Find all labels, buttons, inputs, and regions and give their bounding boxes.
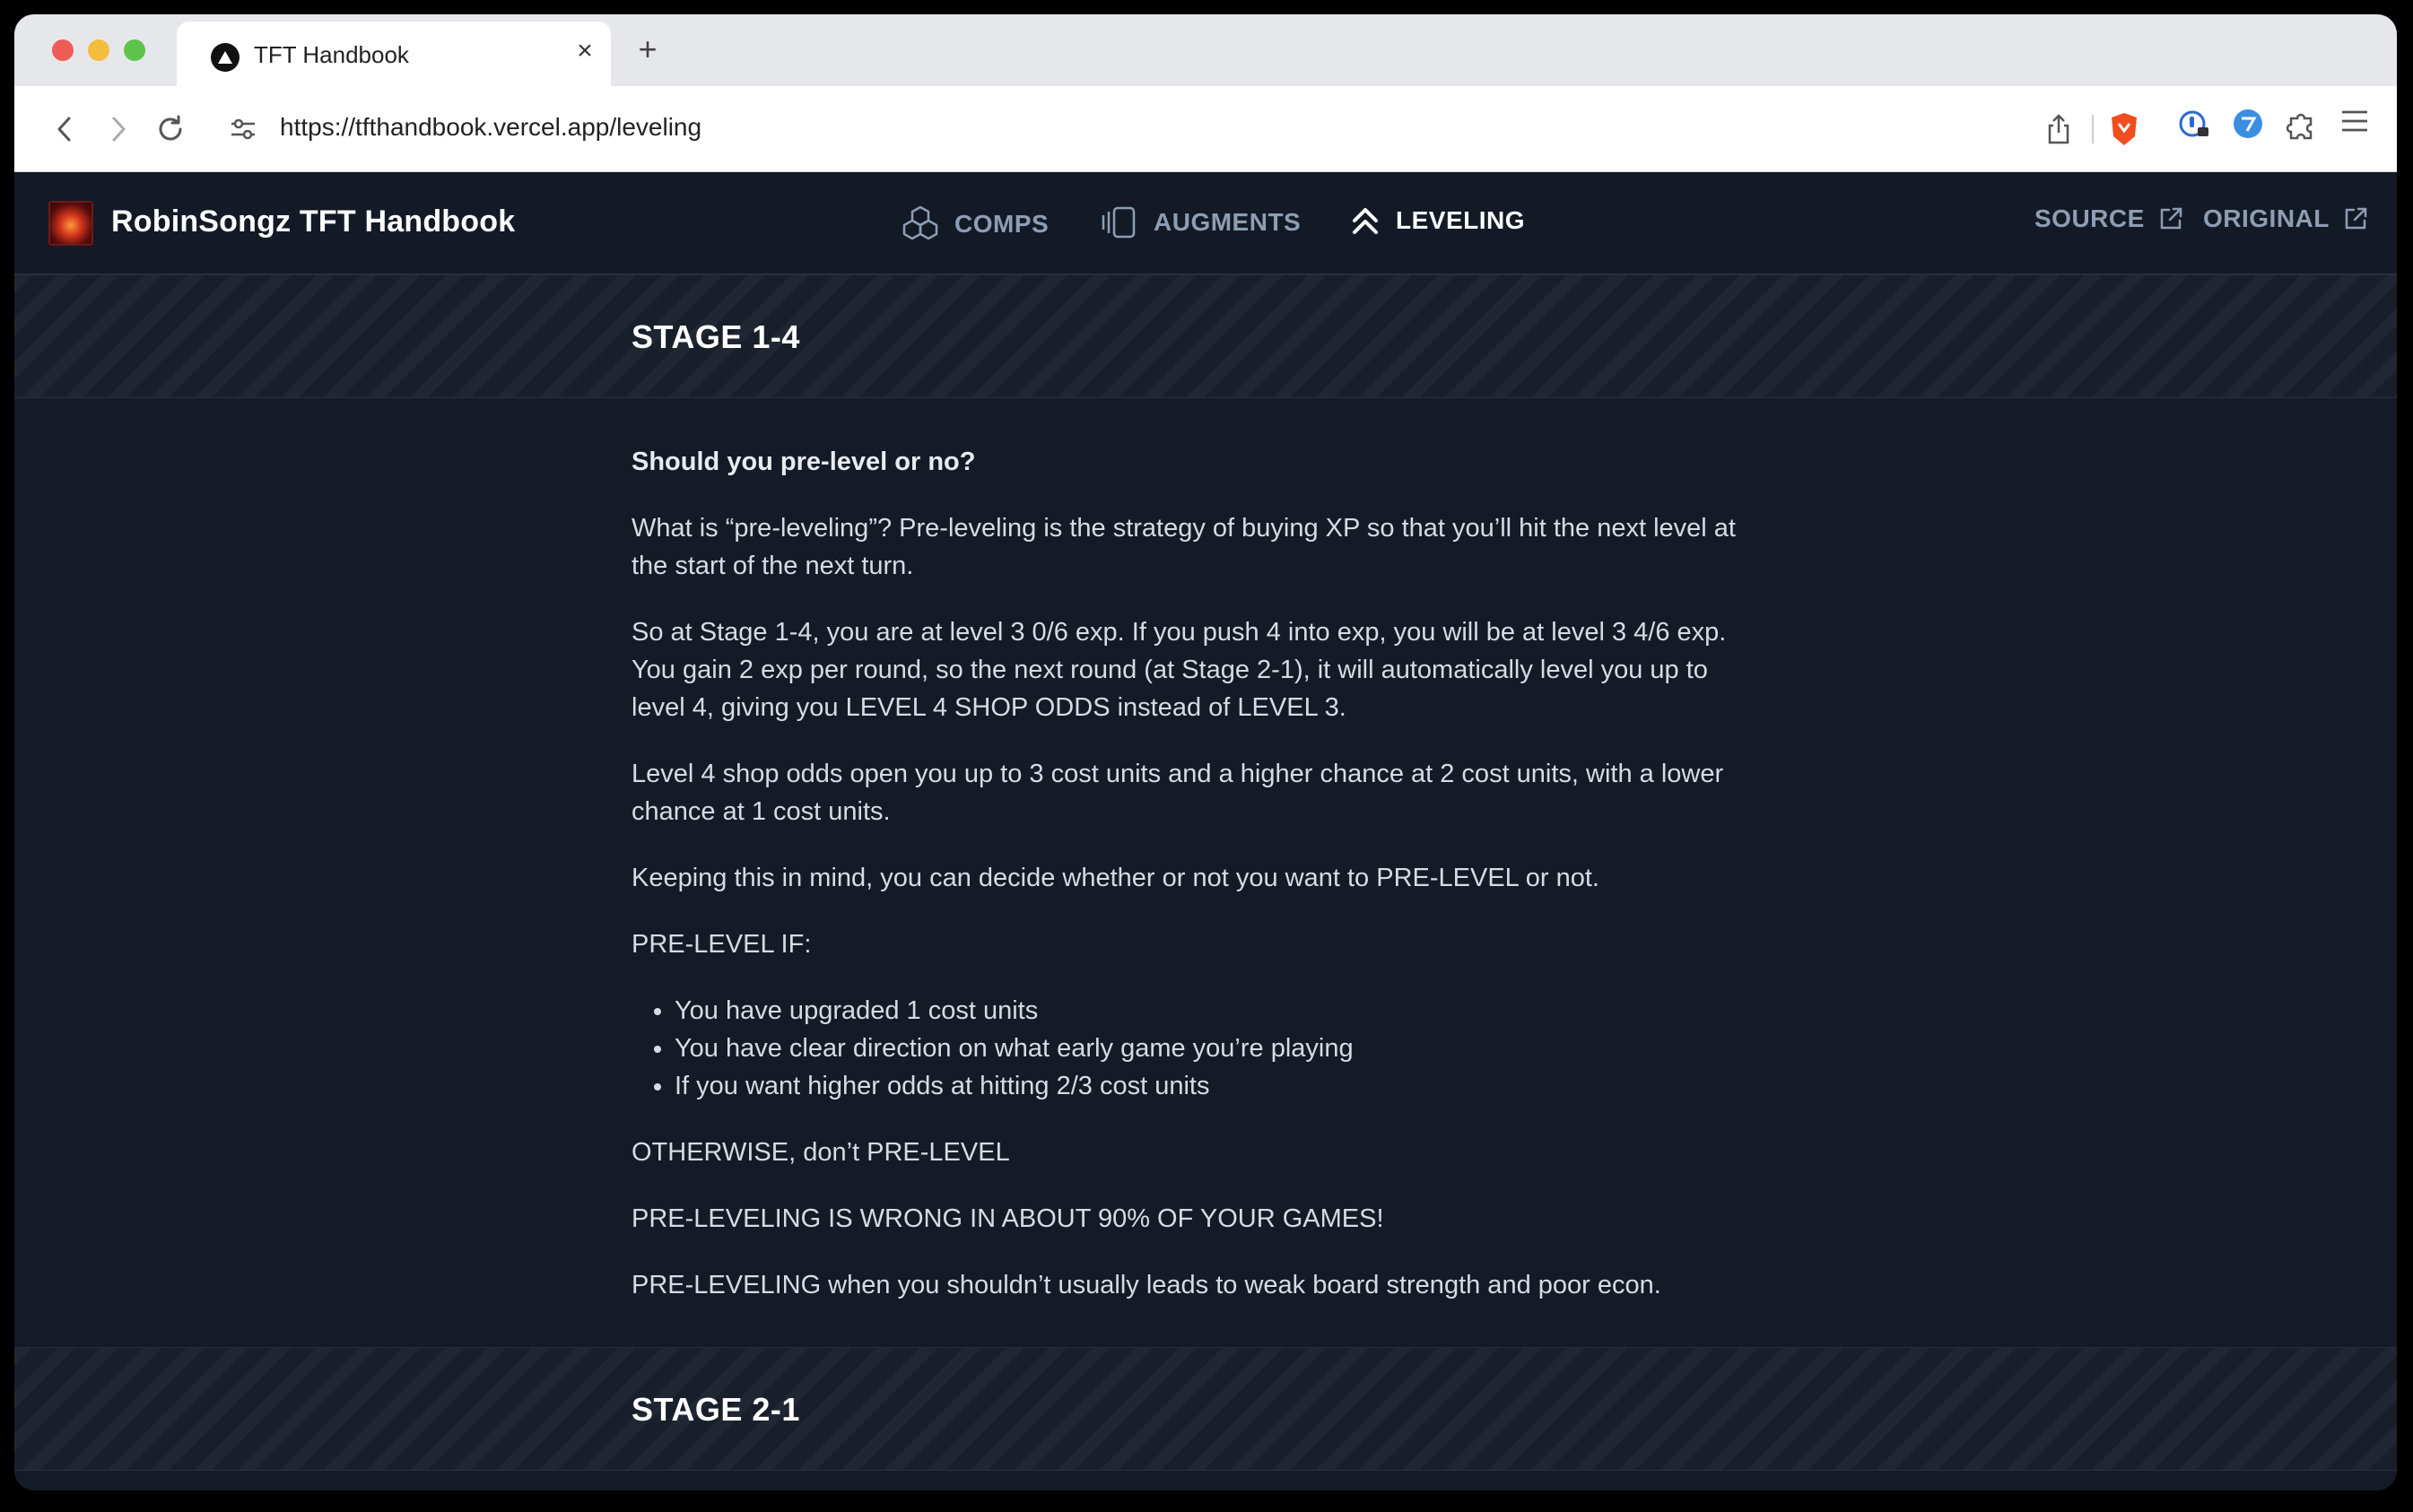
chevron-right-icon xyxy=(112,117,126,142)
tab-close-icon[interactable]: × xyxy=(571,38,598,65)
list-item: You have clear direction on what early g… xyxy=(675,1030,1762,1067)
nav-augments-label: AUGMENTS xyxy=(1154,208,1302,236)
paragraph: OTHERWISE, don’t PRE-LEVEL xyxy=(632,1138,1010,1167)
reload-icon xyxy=(159,115,182,141)
section-heading: Should you pre-level or no? xyxy=(632,448,976,476)
stage-title: STAGE 2-1 xyxy=(632,1391,800,1428)
browser-tab[interactable]: TFT Handbook × xyxy=(177,22,611,86)
list-item: You have upgraded 1 cost units xyxy=(675,992,1762,1030)
nav-leveling-label: LEVELING xyxy=(1396,206,1526,234)
forward-button[interactable] xyxy=(99,109,138,149)
browser-window: TFT Handbook × + https://tfthandbook.ver… xyxy=(14,14,2397,1490)
paragraph: PRE-LEVELING when you shouldn’t usually … xyxy=(632,1271,1661,1299)
stage-header-1-4: STAGE 1-4 xyxy=(14,274,2397,398)
nav-comps-label: COMPS xyxy=(954,210,1050,238)
address-toolbar: https://tfthandbook.vercel.app/leveling xyxy=(14,86,2397,172)
site-header: RobinSongz TFT Handbook COMPS AUGMENTS L… xyxy=(14,172,2397,274)
close-window-button[interactable] xyxy=(52,39,74,61)
back-button[interactable] xyxy=(45,109,84,149)
paragraph: PRE-LEVELING IS WRONG IN ABOUT 90% OF YO… xyxy=(632,1204,1384,1233)
cubes-icon xyxy=(901,204,940,244)
nav-comps[interactable]: COMPS xyxy=(901,204,1049,244)
paragraph: Level 4 shop odds open you up to 3 cost … xyxy=(632,760,1724,826)
pre-level-conditions-list: You have upgraded 1 cost units You have … xyxy=(675,992,1762,1105)
password-manager-icon[interactable] xyxy=(2178,108,2210,140)
original-link[interactable]: ORIGINAL xyxy=(2203,204,2369,233)
site-logo[interactable] xyxy=(48,201,93,246)
chevron-left-icon xyxy=(57,117,71,142)
paragraph: So at Stage 1-4, you are at level 3 0/6 … xyxy=(632,618,1727,722)
stage-title: STAGE 1-4 xyxy=(632,318,800,355)
source-link[interactable]: SOURCE xyxy=(2034,204,2184,233)
maximize-window-button[interactable] xyxy=(124,39,145,61)
original-link-label: ORIGINAL xyxy=(2203,204,2330,232)
site-settings-icon[interactable] xyxy=(230,117,257,142)
nav-augments[interactable]: AUGMENTS xyxy=(1102,204,1301,240)
minimize-window-button[interactable] xyxy=(88,39,109,61)
menu-icon[interactable] xyxy=(2339,108,2370,135)
stage-header-2-1: STAGE 2-1 xyxy=(14,1347,2397,1471)
stage-content: Should you pre-level or no? What is “pre… xyxy=(632,443,1762,1333)
cards-icon xyxy=(1102,204,1139,240)
nav-leveling[interactable]: LEVELING xyxy=(1349,204,1525,237)
external-link-icon xyxy=(2157,205,2184,232)
list-item: If you want higher odds at hitting 2/3 c… xyxy=(675,1067,1762,1105)
paragraph: What is “pre-leveling”? Pre-leveling is … xyxy=(632,514,1736,580)
double-chevron-up-icon xyxy=(1349,204,1381,237)
new-tab-button[interactable]: + xyxy=(632,33,664,66)
source-link-label: SOURCE xyxy=(2034,204,2145,232)
site-brand[interactable]: RobinSongz TFT Handbook xyxy=(111,204,515,239)
paragraph: Keeping this in mind, you can decide whe… xyxy=(632,864,1599,892)
tab-title: TFT Handbook xyxy=(254,41,409,68)
tab-bar: TFT Handbook × + xyxy=(14,14,2397,86)
toolbar-divider xyxy=(2092,115,2094,143)
external-link-icon xyxy=(2342,205,2369,232)
url-text[interactable]: https://tfthandbook.vercel.app/leveling xyxy=(280,113,701,142)
brave-shields-icon[interactable] xyxy=(2108,111,2140,147)
address-bar[interactable]: https://tfthandbook.vercel.app/leveling xyxy=(203,97,2165,161)
extension-icon[interactable] xyxy=(2232,108,2264,140)
vercel-favicon-icon xyxy=(211,43,240,72)
reload-button[interactable] xyxy=(151,109,190,149)
puzzle-icon[interactable] xyxy=(2286,108,2318,140)
paragraph: PRE-LEVEL IF: xyxy=(632,930,812,959)
share-icon[interactable] xyxy=(2045,113,2072,145)
